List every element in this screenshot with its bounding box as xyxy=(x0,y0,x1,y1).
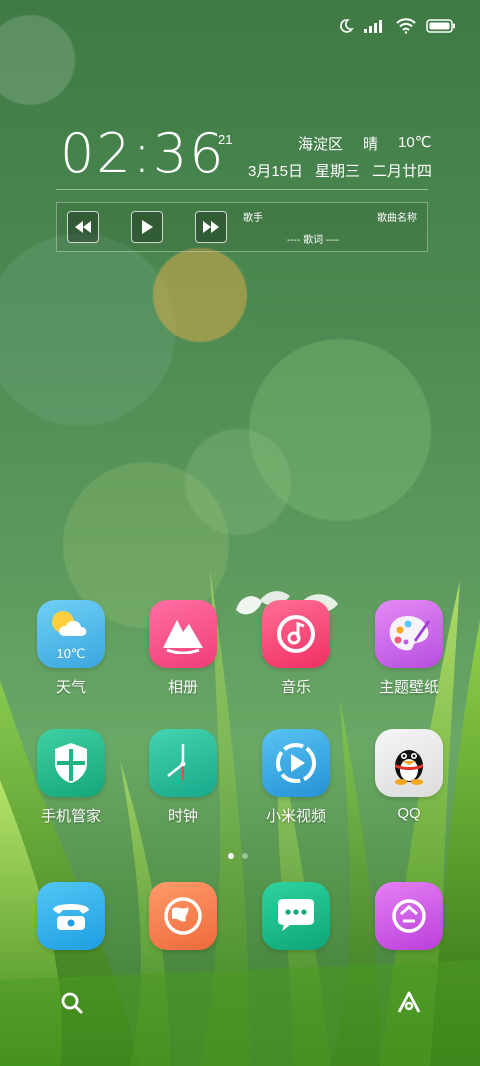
messages-icon xyxy=(262,882,330,950)
artist-name: 歌手 xyxy=(243,213,263,224)
clock-icon xyxy=(149,729,217,797)
themes-icon xyxy=(375,600,443,668)
app-weather[interactable]: 10℃ 天气 xyxy=(21,600,121,697)
play-icon xyxy=(142,220,153,234)
page-dot[interactable] xyxy=(242,853,248,859)
next-button[interactable] xyxy=(195,211,227,243)
phone-icon xyxy=(37,882,105,950)
weather-badge: 10℃ xyxy=(56,646,86,661)
previous-button[interactable] xyxy=(67,211,99,243)
weekday-label: 星期三 xyxy=(315,163,361,180)
app-security[interactable]: 手机管家 xyxy=(21,729,121,826)
weather-summary[interactable]: 海淀区 晴 10℃ xyxy=(298,133,432,154)
app-clock[interactable]: 时钟 xyxy=(133,729,233,826)
video-play-icon xyxy=(262,729,330,797)
app-label: 小米视频 xyxy=(265,808,326,825)
dock-browser[interactable] xyxy=(133,882,233,950)
temperature-label: 10℃ xyxy=(398,134,432,151)
lyrics-line: ---- 歌词 ---- xyxy=(287,235,340,246)
fast-forward-icon xyxy=(203,221,219,233)
battery-icon xyxy=(426,19,455,33)
date-row[interactable]: 3月15日 星期三 二月廿四 xyxy=(248,160,432,181)
app-label: 主题壁纸 xyxy=(378,679,439,696)
weather-icon: 10℃ xyxy=(37,600,105,668)
wallet-icon xyxy=(375,882,443,950)
lunar-date-label: 二月廿四 xyxy=(372,163,433,180)
assistant-icon[interactable] xyxy=(396,990,422,1014)
qq-penguin-icon xyxy=(375,729,443,797)
dock-phone[interactable] xyxy=(21,882,121,950)
song-title: 歌曲名称 xyxy=(377,213,417,224)
page-indicator[interactable] xyxy=(228,853,248,859)
browser-globe-icon xyxy=(149,882,217,950)
date-label: 3月15日 xyxy=(248,163,304,180)
app-gallery[interactable]: 相册 xyxy=(133,600,233,697)
app-label: 手机管家 xyxy=(40,808,101,825)
widget-divider xyxy=(56,189,428,190)
app-label: 相册 xyxy=(167,679,198,696)
wifi-icon xyxy=(396,18,416,34)
app-video[interactable]: 小米视频 xyxy=(246,729,346,826)
play-button[interactable] xyxy=(131,211,163,243)
page-dot-active[interactable] xyxy=(228,853,234,859)
weather-condition: 晴 xyxy=(363,136,379,153)
search-icon[interactable] xyxy=(60,991,84,1015)
music-widget: 歌手 歌曲名称 ---- 歌词 ---- xyxy=(56,202,428,252)
dock-messages[interactable] xyxy=(246,882,346,950)
app-qq[interactable]: QQ xyxy=(359,729,459,822)
app-themes[interactable]: 主题壁纸 xyxy=(359,600,459,697)
clock-seconds: 21 xyxy=(218,132,233,147)
security-shield-icon xyxy=(37,729,105,797)
moon-icon xyxy=(340,19,354,33)
signal-icon xyxy=(364,20,382,33)
gallery-icon xyxy=(149,600,217,668)
rewind-icon xyxy=(75,221,91,233)
app-label: 时钟 xyxy=(167,808,198,825)
app-music[interactable]: 音乐 xyxy=(246,600,346,697)
app-label: QQ xyxy=(397,805,421,822)
app-label: 音乐 xyxy=(280,679,311,696)
location-label: 海淀区 xyxy=(298,136,344,153)
app-label: 天气 xyxy=(55,679,86,696)
dock-wallet[interactable] xyxy=(359,882,459,950)
status-bar xyxy=(338,18,456,34)
music-icon xyxy=(262,600,330,668)
clock-time[interactable]: 02:36 xyxy=(60,122,226,185)
